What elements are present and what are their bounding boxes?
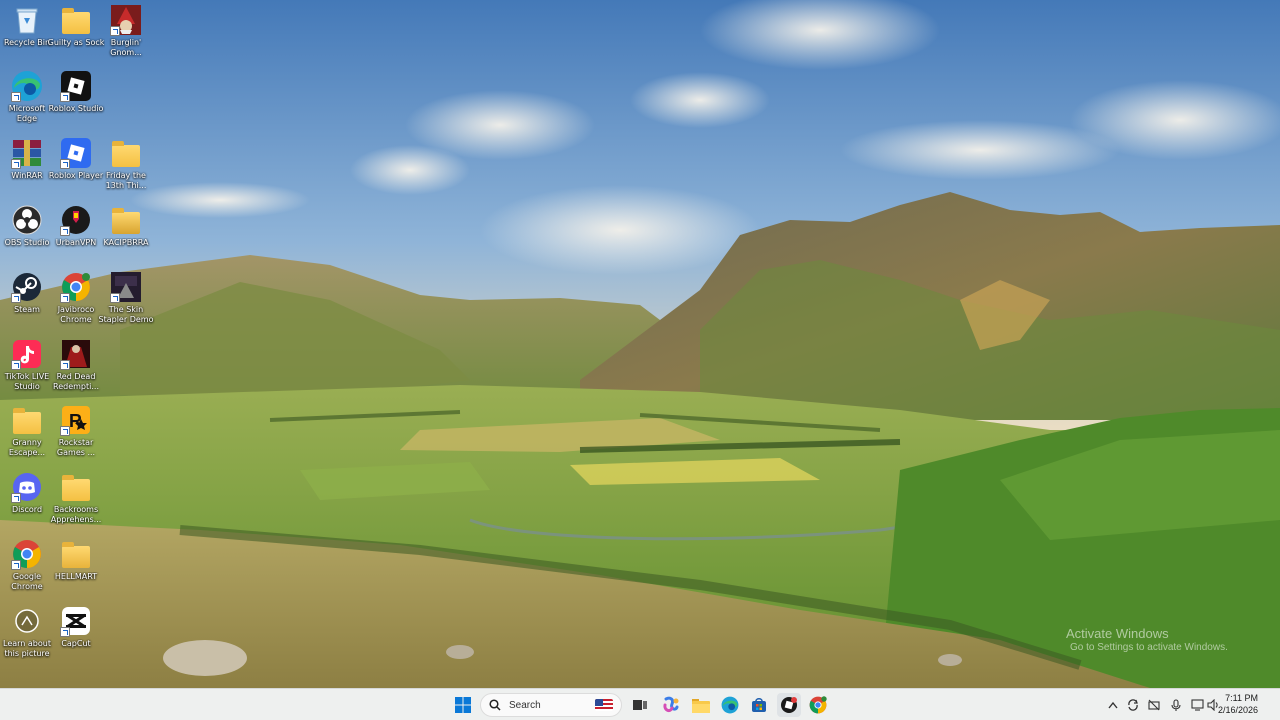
vpn-icon: [60, 204, 92, 236]
desktop-icon-google-chrome[interactable]: Google Chrome: [0, 538, 54, 602]
taskbar-clock[interactable]: 7:11 PM 2/16/2026: [1218, 692, 1258, 716]
game-icon: [110, 4, 142, 36]
rockstar-icon: R: [60, 404, 92, 436]
desktop-icon-granny-escape[interactable]: Granny Escape...: [0, 404, 54, 468]
file-explorer-button[interactable]: [689, 693, 713, 717]
microphone-icon: [1171, 698, 1181, 711]
task-view-icon: [633, 700, 647, 710]
roblox-studio-icon: [60, 70, 92, 102]
chrome-icon: [11, 538, 43, 570]
clock-date: 2/16/2026: [1217, 705, 1258, 715]
start-icon: [455, 697, 471, 713]
game-icon: [110, 271, 142, 303]
desktop-icon-steam[interactable]: Steam: [0, 271, 54, 335]
info-icon: [11, 605, 43, 637]
folder-icon: [60, 4, 92, 36]
desktop-icon-grid: Recycle Bin Microsoft Edge WinRAR OBS St…: [0, 0, 160, 688]
desktop-icon-tiktok-live-studio[interactable]: TikTok LIVE Studio: [0, 338, 54, 402]
store-button[interactable]: [747, 693, 771, 717]
roblox-studio-icon: [781, 697, 797, 713]
desktop-wallpaper: [0, 0, 1280, 688]
start-button[interactable]: [451, 693, 475, 717]
desktop-icon-burglin-gnomes[interactable]: Burglin' Gnom...: [99, 4, 153, 68]
search-label: Search: [509, 699, 541, 711]
desktop-icon-the-skin-stapler-demo[interactable]: The Skin Stapler Demo: [99, 271, 153, 335]
watermark-subtitle: Go to Settings to activate Windows.: [1070, 642, 1228, 653]
chrome-icon: [809, 696, 827, 714]
desktop-icon-red-dead-redemption[interactable]: Red Dead Redempti...: [49, 338, 103, 402]
activate-windows-watermark: Activate Windows Go to Settings to activ…: [1066, 626, 1228, 654]
chevron-up-icon: [1108, 701, 1118, 709]
game-icon: [60, 338, 92, 370]
obs-icon: [11, 204, 43, 236]
copilot-icon: [663, 696, 679, 713]
folder-icon: [60, 538, 92, 570]
tiktok-icon: [11, 338, 43, 370]
network-off-icon: [1148, 699, 1160, 711]
desktop-icon-roblox-studio[interactable]: Roblox Studio: [49, 70, 103, 134]
search-icon: [489, 699, 501, 711]
desktop-icon-discord[interactable]: Discord: [0, 471, 54, 535]
folder-icon: [60, 471, 92, 503]
desktop-icon-friday-the-13th[interactable]: Friday the 13th Thi...: [99, 137, 153, 201]
capcut-icon: [60, 605, 92, 637]
tray-network-off-button[interactable]: [1147, 695, 1161, 715]
desktop-icon-hellmart[interactable]: HELLMART: [49, 538, 103, 602]
taskbar: Search 7:11 PM 2/16/2026: [0, 688, 1280, 720]
desktop-icon-backrooms-apprehension[interactable]: Backrooms Apprehens...: [49, 471, 103, 535]
folder-icon: [110, 204, 142, 236]
chrome-icon: [60, 271, 92, 303]
desktop-icon-guilty-as-sock[interactable]: Guilty as Sock: [48, 4, 104, 68]
desktop-icon-learn-about-this-picture[interactable]: Learn about this picture: [0, 605, 54, 669]
folder-icon: [110, 137, 142, 169]
edge-icon: [721, 696, 739, 714]
show-hidden-icons-button[interactable]: [1106, 695, 1120, 715]
copilot-button[interactable]: [659, 693, 683, 717]
monitor-icon: [1190, 699, 1204, 711]
desktop-icon-javibroco-chrome[interactable]: Javibroco Chrome: [49, 271, 103, 335]
task-view-button[interactable]: [628, 693, 652, 717]
watermark-title: Activate Windows: [1066, 626, 1169, 641]
desktop-icon-winrar[interactable]: WinRAR: [0, 137, 54, 201]
store-icon: [752, 698, 766, 712]
desktop-icon-urbanvpn[interactable]: UrbanVPN: [49, 204, 103, 268]
desktop-icon-rockstar-games[interactable]: R Rockstar Games ...: [49, 404, 103, 468]
desktop-icon-recycle-bin[interactable]: Recycle Bin: [0, 4, 54, 68]
sync-icon: [1128, 699, 1138, 711]
desktop-icon-microsoft-edge[interactable]: Microsoft Edge: [0, 70, 54, 134]
folder-icon: [11, 404, 43, 436]
roblox-player-icon: [60, 137, 92, 169]
edge-taskbar-button[interactable]: [718, 693, 742, 717]
desktop-icon-obs-studio[interactable]: OBS Studio: [0, 204, 54, 268]
desktop-icon-kacipbrra[interactable]: KACIPBRRA: [99, 204, 153, 268]
clock-time: 7:11 PM: [1225, 693, 1258, 703]
landscape-image: [0, 0, 1280, 688]
chrome-taskbar-button[interactable]: [806, 693, 830, 717]
taskbar-search-box[interactable]: Search: [480, 693, 622, 717]
tray-sync-button[interactable]: [1126, 695, 1140, 715]
desktop-icon-capcut[interactable]: CapCut: [49, 605, 103, 669]
tray-microphone-button[interactable]: [1169, 695, 1183, 715]
desktop-icon-roblox-player[interactable]: Roblox Player: [49, 137, 103, 201]
file-explorer-icon: [692, 699, 710, 713]
tray-display-button[interactable]: [1190, 695, 1204, 715]
winrar-icon: [11, 137, 43, 169]
edge-icon: [11, 70, 43, 102]
recycle-bin-icon: [11, 4, 43, 36]
us-flag-icon: [595, 699, 613, 711]
discord-icon: [11, 471, 43, 503]
roblox-studio-taskbar-button[interactable]: [777, 693, 801, 717]
steam-icon: [11, 271, 43, 303]
